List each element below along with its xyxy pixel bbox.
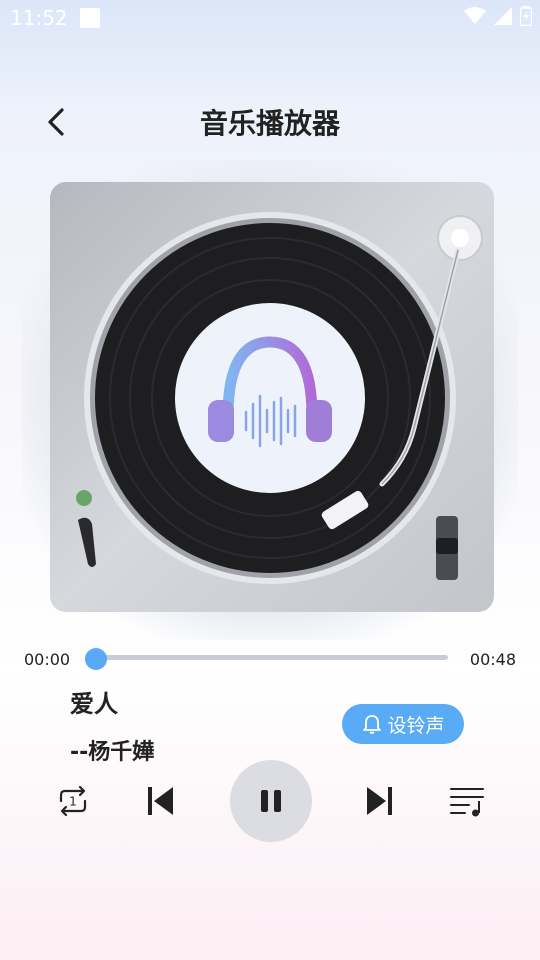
status-icons: [464, 6, 532, 26]
playlist-icon: [450, 788, 484, 817]
progress-row: 00:00 00:48: [0, 640, 540, 676]
progress-slider[interactable]: [85, 648, 448, 670]
bell-icon: [363, 715, 382, 734]
set-ringtone-button[interactable]: 设铃声: [342, 704, 464, 744]
set-ringtone-label: 设铃声: [387, 714, 445, 737]
next-button[interactable]: [360, 780, 400, 822]
repeat-one-icon: 1: [59, 785, 87, 817]
skip-previous-icon: [148, 787, 173, 815]
notification-icon: [80, 8, 100, 28]
signal-icon: [494, 7, 512, 25]
repeat-button[interactable]: 1: [52, 780, 94, 822]
song-title: 爱人: [70, 690, 118, 718]
total-time: 00:48: [469, 650, 516, 669]
progress-thumb[interactable]: [85, 648, 107, 670]
status-time: 11:52: [10, 6, 68, 30]
pause-icon: [261, 790, 281, 812]
status-bar: 11:52: [0, 0, 540, 36]
turntable-artwork: [22, 160, 518, 640]
playlist-button[interactable]: [446, 780, 488, 822]
pause-button[interactable]: [230, 760, 312, 842]
previous-button[interactable]: [140, 780, 180, 822]
turntable-illustration: [22, 160, 518, 640]
wifi-icon: [464, 7, 486, 24]
header: 音乐播放器: [0, 92, 540, 152]
current-time: 00:00: [24, 650, 71, 669]
playback-controls: 1: [0, 760, 540, 842]
skip-next-icon: [367, 787, 392, 815]
svg-text:1: 1: [69, 795, 77, 809]
battery-icon: [520, 6, 532, 26]
page-title: 音乐播放器: [199, 107, 340, 140]
